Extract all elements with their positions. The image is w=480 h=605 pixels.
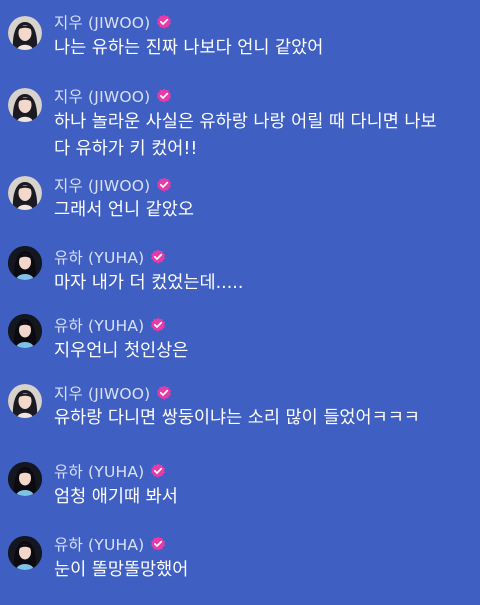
verified-badge-icon [150,317,166,333]
verified-badge-icon [156,177,172,193]
message-line: 지우언니 첫인상은 [54,341,189,361]
username[interactable]: 지우 (JIWOO) [54,11,150,33]
message-text: 눈이 똘망똘망했어 [54,557,188,584]
message-line: 마자 내가 더 컸었는데..... [54,273,244,293]
username[interactable]: 유하 (YUHA) [54,533,144,555]
yuha-avatar[interactable] [8,246,42,280]
message-line: 다 유하가 키 컸어!! [54,139,198,159]
username-row: 유하 (YUHA) [54,534,166,554]
verified-badge-icon [156,88,172,104]
message-text: 지우언니 첫인상은 [54,338,188,365]
username-row: 지우 (JIWOO) [54,175,172,195]
yuha-avatar[interactable] [8,462,42,496]
username-row: 지우 (JIWOO) [54,12,172,32]
message-line: 나는 유하는 진짜 나보다 언니 같았어 [54,38,324,58]
verified-badge-icon [150,249,166,265]
verified-badge-icon [156,385,172,401]
username[interactable]: 지우 (JIWOO) [54,85,150,107]
jiwoo-avatar[interactable] [8,384,42,418]
message-text: 나는 유하는 진짜 나보다 언니 같았어 [54,35,323,62]
username-row: 지우 (JIWOO) [54,383,172,403]
verified-badge-icon [156,14,172,30]
username-row: 지우 (JIWOO) [54,86,172,106]
username-row: 유하 (YUHA) [54,247,166,267]
message-text: 유하랑 다니면 쌍둥이냐는 소리 많이 들었어ㅋㅋㅋ [54,405,420,432]
message-text: 하나 놀라운 사실은 유하랑 나랑 어릴 때 다니면 나보 다 유하가 키 컸어… [54,109,437,163]
message-text: 마자 내가 더 컸었는데..... [54,270,243,297]
verified-badge-icon [150,536,166,552]
jiwoo-avatar[interactable] [8,16,42,50]
username-row: 유하 (YUHA) [54,315,166,335]
message-text: 엄청 애기때 봐서 [54,484,178,511]
message-line: 그래서 언니 같았오 [54,200,194,220]
username-row: 유하 (YUHA) [54,461,166,481]
username[interactable]: 유하 (YUHA) [54,460,144,482]
message-line: 하나 놀라운 사실은 유하랑 나랑 어릴 때 다니면 나보 [54,112,437,132]
verified-badge-icon [150,463,166,479]
jiwoo-avatar[interactable] [8,88,42,122]
message-line: 유하랑 다니면 쌍둥이냐는 소리 많이 들었어ㅋㅋㅋ [54,408,420,428]
yuha-avatar[interactable] [8,314,42,348]
username[interactable]: 유하 (YUHA) [54,246,144,268]
username[interactable]: 지우 (JIWOO) [54,382,150,404]
message-line: 눈이 똘망똘망했어 [54,560,189,580]
message-text: 그래서 언니 같았오 [54,197,194,224]
yuha-avatar[interactable] [8,536,42,570]
username[interactable]: 유하 (YUHA) [54,314,144,336]
message-line: 엄청 애기때 봐서 [54,487,178,507]
jiwoo-avatar[interactable] [8,176,42,210]
username[interactable]: 지우 (JIWOO) [54,174,150,196]
